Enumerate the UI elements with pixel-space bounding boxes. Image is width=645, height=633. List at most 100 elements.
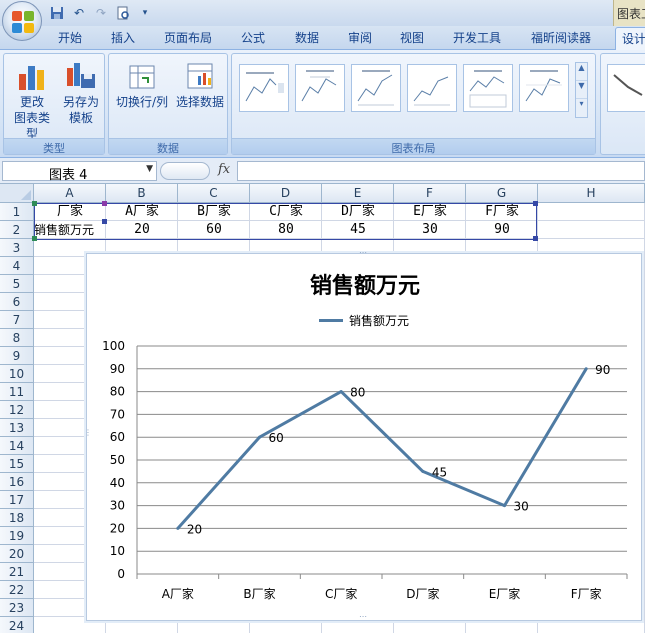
row-header-14[interactable]: 14	[0, 437, 34, 455]
row-header-19[interactable]: 19	[0, 527, 34, 545]
column-header-a[interactable]: A	[34, 184, 106, 203]
chart-title[interactable]: 销售额万元	[87, 268, 643, 300]
row-header-5[interactable]: 5	[0, 275, 34, 293]
row-header-16[interactable]: 16	[0, 473, 34, 491]
chart-layout-option-2[interactable]	[295, 64, 345, 112]
row-header-21[interactable]: 21	[0, 563, 34, 581]
row-header-15[interactable]: 15	[0, 455, 34, 473]
row-header-4[interactable]: 4	[0, 257, 34, 275]
data-label: 80	[350, 386, 365, 400]
print-preview-icon[interactable]	[114, 4, 132, 22]
name-box-dropdown-icon[interactable]: ▼	[146, 164, 153, 174]
formula-input[interactable]	[237, 161, 645, 181]
select-all-corner[interactable]	[0, 184, 34, 203]
chart-layout-option-1[interactable]	[239, 64, 289, 112]
row-header-6[interactable]: 6	[0, 293, 34, 311]
data-label: 30	[514, 500, 529, 514]
save-as-template-button[interactable]: 另存为 模板	[58, 60, 104, 126]
row-header-13[interactable]: 13	[0, 419, 34, 437]
name-box[interactable]: 图表 4 ▼	[2, 161, 157, 183]
chart-style-option-1[interactable]	[607, 64, 645, 112]
chart-layout-option-6[interactable]	[519, 64, 569, 112]
redo-icon[interactable]: ↷	[92, 4, 110, 22]
gallery-up-icon[interactable]: ▲	[576, 63, 587, 81]
row-header-24[interactable]: 24	[0, 617, 34, 633]
row-header-8[interactable]: 8	[0, 329, 34, 347]
formula-bar: 图表 4 ▼ fx	[0, 158, 645, 184]
column-header-c[interactable]: C	[178, 184, 250, 203]
customize-icon[interactable]: ▾	[136, 4, 154, 22]
tab-view[interactable]: 视图	[400, 29, 424, 46]
chart-layout-option-3[interactable]	[351, 64, 401, 112]
row-header-1[interactable]: 1	[0, 203, 34, 221]
data-point	[421, 469, 425, 473]
switch-row-column-button[interactable]: 切换行/列	[113, 60, 171, 110]
gallery-more-icon[interactable]: ▾	[576, 99, 587, 117]
tab-home[interactable]: 开始	[58, 29, 82, 46]
data-label: 90	[595, 363, 610, 377]
range-handle[interactable]	[533, 236, 538, 241]
gallery-down-icon[interactable]: ▼	[576, 81, 587, 99]
ribbon-tabs: 开始 插入 页面布局 公式 数据 审阅 视图 开发工具 福昕阅读器 设计	[0, 26, 645, 50]
row-header-9[interactable]: 9	[0, 347, 34, 365]
range-handle[interactable]	[102, 219, 107, 224]
column-header-f[interactable]: F	[394, 184, 466, 203]
line-chart[interactable]: 0 10 20 30 40 50 60 70 80 90 100 A厂家 B厂家 C厂家 D厂家 E厂家 F厂家…	[84, 248, 643, 621]
y-tick-label: 10	[110, 544, 125, 558]
range-handle[interactable]	[32, 236, 37, 241]
column-header-e[interactable]: E	[322, 184, 394, 203]
row-header-2[interactable]: 2	[0, 221, 34, 239]
tab-data[interactable]: 数据	[295, 29, 319, 46]
row-header-11[interactable]: 11	[0, 383, 34, 401]
select-data-button[interactable]: 选择数据	[173, 60, 227, 110]
y-tick-label: 70	[110, 407, 125, 421]
range-handle[interactable]	[32, 201, 37, 206]
save-template-icon	[65, 60, 97, 92]
y-tick-label: 100	[102, 339, 125, 353]
chart-legend[interactable]: 销售额万元	[319, 312, 409, 328]
row-header-22[interactable]: 22	[0, 581, 34, 599]
bar-chart-icon	[16, 60, 48, 92]
row-header-7[interactable]: 7	[0, 311, 34, 329]
column-header-b[interactable]: B	[106, 184, 178, 203]
change-chart-type-button[interactable]: 更改 图表类型	[10, 60, 54, 142]
row-header-12[interactable]: 12	[0, 401, 34, 419]
row-header-18[interactable]: 18	[0, 509, 34, 527]
row-header-20[interactable]: 20	[0, 545, 34, 563]
column-header-g[interactable]: G	[466, 184, 538, 203]
chart-resize-handle-bottom[interactable]: ⋯	[359, 612, 368, 621]
chart-layout-option-4[interactable]	[407, 64, 457, 112]
save-icon[interactable]	[48, 4, 66, 22]
ribbon-group-type: 更改 图表类型 另存为 模板 类型	[3, 53, 105, 155]
data-point	[176, 526, 180, 530]
y-tick-label: 90	[110, 362, 125, 376]
office-button[interactable]	[2, 1, 42, 41]
tab-foxit-reader[interactable]: 福昕阅读器	[531, 29, 591, 46]
column-header-d[interactable]: D	[250, 184, 322, 203]
tab-developer[interactable]: 开发工具	[453, 29, 501, 46]
row-header-3[interactable]: 3	[0, 239, 34, 257]
insert-function-icon[interactable]: fx	[218, 162, 230, 177]
range-handle[interactable]	[102, 201, 107, 206]
tab-review[interactable]: 审阅	[348, 29, 372, 46]
chart-layout-gallery-scroll[interactable]: ▲ ▼ ▾	[575, 62, 588, 118]
select-data-icon	[184, 60, 216, 92]
column-header-h[interactable]: H	[538, 184, 645, 203]
tab-page-layout[interactable]: 页面布局	[164, 29, 212, 46]
chart-resize-handle-left[interactable]: ⋮	[84, 428, 93, 437]
office-logo-icon	[12, 11, 34, 33]
chart-tools-context-title: 图表工	[613, 0, 645, 26]
row-header-23[interactable]: 23	[0, 599, 34, 617]
undo-icon[interactable]: ↶	[70, 4, 88, 22]
formula-bar-expand-control[interactable]	[160, 162, 210, 180]
chart-layout-option-5[interactable]	[463, 64, 513, 112]
tab-design[interactable]: 设计	[615, 27, 645, 50]
tab-insert[interactable]: 插入	[111, 29, 135, 46]
row-header-10[interactable]: 10	[0, 365, 34, 383]
row-header-17[interactable]: 17	[0, 491, 34, 509]
y-tick-label: 80	[110, 385, 125, 399]
tab-formulas[interactable]: 公式	[241, 29, 265, 46]
range-handle[interactable]	[533, 201, 538, 206]
chart-resize-handle-top[interactable]: ⋯	[359, 248, 368, 257]
y-tick-label: 60	[110, 430, 125, 444]
